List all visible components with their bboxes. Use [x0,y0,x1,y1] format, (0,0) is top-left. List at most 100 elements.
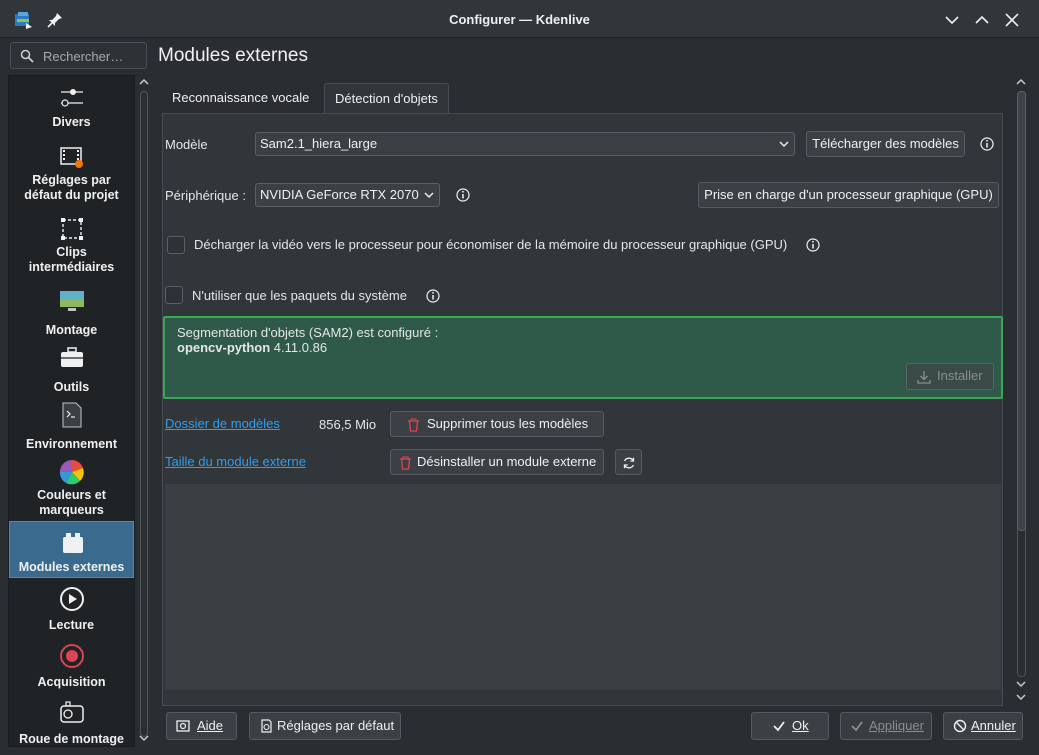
sidebar-item-tools[interactable]: Outils [9,341,134,398]
apply-button[interactable]: Appliquer [840,712,932,740]
record-icon [60,644,84,668]
checkmark-icon [851,721,863,732]
sidebar-item-jog-wheel[interactable]: Roue de montage [9,697,134,746]
info-icon[interactable] [426,289,440,303]
trash-icon [408,418,419,432]
scroll-up-icon[interactable] [1015,77,1027,87]
install-button[interactable]: Installer [906,363,994,390]
device-label: Périphérique : [165,188,246,203]
model-select-value: Sam2.1_hiera_large [260,136,378,151]
sidebar-item-colors[interactable]: Couleurs et marqueurs [9,455,134,517]
main-scroll-thumb[interactable] [1017,91,1026,531]
sidebar-item-label-line2: défaut du projet [24,188,119,202]
scroll-up-icon[interactable] [138,77,150,87]
delete-all-models-button[interactable]: Supprimer tous les modèles [390,411,604,437]
restore-defaults-label: Réglages par défaut [277,718,395,733]
toolbox-icon [61,347,83,367]
info-icon[interactable] [806,238,820,252]
maximize-chevron-icon[interactable] [972,10,992,30]
delete-all-models-label: Supprimer tous les modèles [427,416,589,431]
system-packages-checkbox[interactable] [165,286,183,304]
plugin-icon [63,533,83,553]
status-box: Segmentation d'objets (SAM2) est configu… [163,316,1003,399]
package-version: 4.11.0.86 [273,340,328,355]
sidebar-item-proxy-clips[interactable]: Clips intermédiaires [9,212,134,274]
output-log-area[interactable] [165,484,1001,690]
page-title: Modules externes [158,45,308,66]
offload-label: Décharger la vidéo vers le processeur po… [194,237,788,252]
cancel-button[interactable]: Annuler [943,712,1023,740]
sidebar-item-label: Acquisition [37,675,106,689]
sidebar-item-label: Montage [45,323,98,337]
refresh-button[interactable] [615,449,642,475]
status-message: Segmentation d'objets (SAM2) est configu… [177,325,439,340]
scroll-down-icon[interactable] [1015,692,1027,702]
sidebar-item-divers[interactable]: Divers [9,76,134,133]
help-button[interactable]: Aide [166,712,237,740]
apply-label: Appliquer [869,718,924,733]
chevron-down-icon [779,141,789,148]
color-wheel-icon [59,459,84,485]
help-label: Aide [197,718,224,733]
terminal-icon [62,402,82,428]
monitor-icon [60,291,84,311]
tab-speech-recognition[interactable]: Reconnaissance vocale [162,83,319,114]
help-lifebuoy-icon [176,720,190,732]
restore-defaults-button[interactable]: Réglages par défaut [249,712,401,740]
uninstall-module-button[interactable]: Désinstaller un module externe [390,449,604,475]
ok-button[interactable]: Ok [751,712,829,740]
title-bar: Configurer — Kdenlive [0,0,1039,38]
checkmark-icon [773,721,785,732]
sidebar-item-label: Réglages par [32,173,111,187]
system-packages-label: N'utiliser que les paquets du système [192,288,407,303]
sidebar-item-label: Environnement [26,437,117,451]
gpu-support-button[interactable]: Prise en charge d'un processeur graphiqu… [698,182,999,208]
sidebar-item-label: Outils [53,380,90,394]
close-icon[interactable] [1002,10,1022,30]
film-settings-icon [60,147,83,168]
ok-label: Ok [792,718,809,733]
sidebar-item-label: Divers [52,115,91,129]
tab-object-detection[interactable]: Détection d'objets [324,83,449,114]
proxy-clips-icon [61,218,83,240]
main-scrollbar[interactable] [1014,75,1028,705]
download-icon [917,371,931,384]
device-select[interactable]: NVIDIA GeForce RTX 2070 [255,183,440,207]
sidebar-item-environment[interactable]: Environnement [9,398,134,455]
download-models-button[interactable]: Télécharger des modèles [806,131,965,157]
info-icon[interactable] [456,188,470,202]
window-title: Configurer — Kdenlive [449,12,590,27]
model-select[interactable]: Sam2.1_hiera_large [255,132,795,156]
sidebar-item-label: Couleurs et [37,488,106,502]
module-size-link[interactable]: Taille du module externe [165,454,306,469]
info-icon[interactable] [980,137,994,151]
trash-icon [400,456,411,470]
sidebar-scrollbar[interactable] [137,75,151,747]
scroll-down-icon[interactable] [1015,679,1027,689]
document-revert-icon [261,719,272,733]
package-info: opencv-python 4.11.0.86 [177,340,327,355]
search-input[interactable] [43,47,143,65]
chevron-down-icon [424,192,434,199]
cancel-icon [953,719,967,733]
refresh-icon [623,457,635,469]
sidebar-item-playback[interactable]: Lecture [9,583,134,640]
models-folder-link[interactable]: Dossier de modèles [165,416,280,431]
sidebar-item-label: Lecture [48,618,95,632]
install-label: Installer [937,368,983,383]
sidebar-scroll-track[interactable] [140,91,148,737]
sidebar-item-plugins[interactable]: Modules externes [9,521,134,578]
minimize-chevron-icon[interactable] [942,10,962,30]
sidebar-item-label: Modules externes [18,560,125,574]
sidebar-item-montage[interactable]: Montage [9,284,134,341]
sidebar-item-project-defaults[interactable]: Réglages par défaut du projet [9,140,134,202]
offload-checkbox[interactable] [167,236,185,254]
models-size: 856,5 Mio [319,417,377,432]
sidebar-item-label: Clips [56,245,87,259]
sidebar-item-capture[interactable]: Acquisition [9,640,134,697]
search-field[interactable] [10,42,147,69]
search-icon [20,49,34,63]
scroll-down-icon[interactable] [138,733,150,743]
cancel-label: Annuler [971,718,1016,733]
sidebar: Divers Réglages par défaut du projet Cli… [8,75,135,747]
